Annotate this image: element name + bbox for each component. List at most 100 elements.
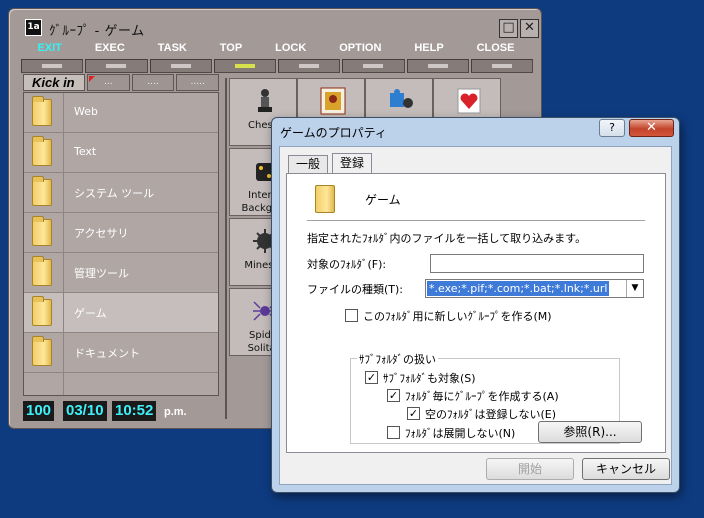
description-text: 指定されたﾌｫﾙﾀﾞ内のファイルを一括して取り込みます。 — [307, 232, 587, 245]
menu-help[interactable]: HELP — [414, 42, 443, 58]
group-name: ゲーム — [365, 193, 401, 207]
puzzle-piece-icon — [390, 89, 413, 108]
app-icon: 1a — [25, 19, 42, 36]
file-types-value: *.exe;*.pif;*.com;*.bat;*.lnk;*.url — [427, 281, 610, 296]
indicator-exec[interactable] — [85, 59, 148, 73]
group-label: ゲーム — [74, 307, 107, 320]
time-display: 10:52 — [112, 401, 157, 421]
dialog-close-button[interactable]: ✕ — [629, 119, 674, 137]
file-types-combo[interactable]: *.exe;*.pif;*.com;*.bat;*.lnk;*.url ▼ — [425, 279, 644, 298]
target-folder-input[interactable] — [430, 254, 644, 273]
tab-panel-register: ゲーム 指定されたﾌｫﾙﾀﾞ内のファイルを一括して取り込みます。 対象のﾌｫﾙﾀ… — [286, 173, 666, 453]
tab-register[interactable]: 登録 — [332, 153, 373, 173]
no-expand-checkbox[interactable] — [387, 426, 400, 439]
group-label: システム ツール — [74, 187, 155, 200]
new-group-label: このﾌｫﾙﾀﾞ用に新しいｸﾞﾙｰﾌﾟを作る(M) — [363, 310, 552, 323]
close-icon[interactable]: ✕ — [520, 19, 539, 38]
menu-exec[interactable]: EXEC — [95, 42, 125, 58]
new-group-checkbox[interactable] — [345, 309, 358, 322]
file-types-label: ファイルの種類(T): — [307, 283, 404, 296]
item-count: 100 — [23, 401, 55, 421]
include-subfolders-label: ｻﾌﾞﾌｫﾙﾀﾞも対象(S) — [383, 372, 476, 385]
separator — [307, 220, 645, 221]
menu-top[interactable]: TOP — [220, 42, 242, 58]
include-subfolders-checkbox[interactable]: ✓ — [365, 371, 378, 384]
folder-icon — [315, 185, 335, 213]
led-on-icon — [234, 64, 255, 68]
led-icon — [427, 64, 448, 68]
indicator-help[interactable] — [406, 59, 469, 73]
group-item-games[interactable]: ゲーム — [24, 293, 218, 333]
group-item-documents[interactable]: ドキュメント — [24, 333, 218, 373]
group-item-admin-tools[interactable]: 管理ツール — [24, 253, 218, 293]
led-icon — [42, 64, 63, 68]
kick-tab-2[interactable]: .... — [131, 74, 175, 91]
menu-option[interactable]: OPTION — [339, 42, 381, 58]
folder-icon — [32, 296, 52, 326]
group-label: Text — [74, 145, 97, 158]
group-item-accessories[interactable]: アクセサリ — [24, 213, 218, 253]
indicator-lock[interactable] — [278, 59, 341, 73]
group-item-empty[interactable] — [24, 373, 218, 395]
led-icon — [363, 64, 384, 68]
group-list: Web Text システム ツール アクセサリ 管理ツール ゲーム ドキュメント — [23, 92, 219, 396]
group-item-text[interactable]: Text — [24, 133, 218, 173]
tab-general[interactable]: 一般 — [288, 155, 329, 173]
led-icon — [491, 64, 512, 68]
date-display: 03/10 — [63, 401, 107, 421]
menu-task[interactable]: TASK — [158, 42, 187, 58]
group-label: ドキュメント — [74, 347, 140, 360]
group-per-folder-checkbox[interactable]: ✓ — [387, 389, 400, 402]
folder-icon — [32, 336, 52, 366]
indicator-top[interactable] — [213, 59, 276, 73]
led-icon — [299, 64, 320, 68]
folder-icon — [32, 136, 52, 166]
subfolder-groupbox-title: ｻﾌﾞﾌｫﾙﾀﾞの扱い — [357, 351, 438, 367]
heart-card-icon — [457, 88, 481, 114]
menu-exit[interactable]: EXIT — [37, 42, 61, 58]
folder-icon — [32, 256, 52, 286]
target-folder-label: 対象のﾌｫﾙﾀﾞ(F): — [307, 258, 387, 271]
kick-tab-3[interactable]: ..... — [176, 74, 220, 91]
group-per-folder-label: ﾌｫﾙﾀﾞ毎にｸﾞﾙｰﾌﾟを作成する(A) — [405, 390, 559, 403]
folder-icon — [32, 216, 52, 246]
kick-tab-1[interactable]: ... — [87, 74, 130, 91]
group-label: アクセサリ — [74, 227, 129, 240]
properties-dialog: ゲームのプロパティ ? ✕ 一般 登録 ゲーム 指定されたﾌｫﾙﾀﾞ内のファイル… — [271, 117, 680, 493]
launcher-titlebar[interactable]: 1a ｸﾞﾙｰﾌﾟ - ゲーム □ ✕ — [15, 14, 539, 40]
folder-icon — [32, 96, 52, 126]
playing-card-king-icon — [320, 87, 346, 115]
no-expand-label: ﾌｫﾙﾀﾞは展開しない(N) — [405, 427, 516, 440]
group-label: 管理ツール — [74, 267, 129, 280]
launcher-title: ｸﾞﾙｰﾌﾟ - ゲーム — [49, 24, 145, 39]
menu-close[interactable]: CLOSE — [477, 42, 515, 58]
indicator-row — [21, 59, 533, 73]
dialog-title: ゲームのプロパティ — [280, 126, 387, 140]
menu-lock[interactable]: LOCK — [275, 42, 306, 58]
dialog-body: 一般 登録 ゲーム 指定されたﾌｫﾙﾀﾞ内のファイルを一括して取り込みます。 対… — [279, 146, 672, 485]
indicator-exit[interactable] — [21, 59, 84, 73]
start-button[interactable]: 開始 — [486, 458, 574, 480]
indicator-task[interactable] — [149, 59, 212, 73]
group-label: Web — [74, 105, 98, 118]
folder-icon — [32, 176, 52, 206]
kick-bar: Kick in ... .... ..... — [23, 74, 220, 91]
led-icon — [170, 64, 191, 68]
indicator-option[interactable] — [342, 59, 405, 73]
chevron-down-icon[interactable]: ▼ — [626, 280, 643, 297]
led-icon — [106, 64, 127, 68]
group-item-web[interactable]: Web — [24, 93, 218, 133]
browse-button[interactable]: 参照(R)... — [538, 421, 642, 443]
ampm-display: p.m. — [164, 406, 187, 418]
maximize-button[interactable]: □ — [499, 19, 518, 38]
group-item-system-tools[interactable]: システム ツール — [24, 173, 218, 213]
skip-empty-checkbox[interactable]: ✓ — [407, 407, 420, 420]
red-flag-icon — [89, 76, 95, 82]
kick-in-label[interactable]: Kick in — [23, 74, 85, 91]
chess-piece-icon — [258, 89, 272, 112]
menu-bar: EXIT EXEC TASK TOP LOCK OPTION HELP CLOS… — [21, 42, 531, 58]
skip-empty-label: 空のﾌｫﾙﾀﾞは登録しない(E) — [425, 408, 557, 421]
cancel-button[interactable]: キャンセル — [582, 458, 670, 480]
indicator-close[interactable] — [470, 59, 533, 73]
help-button[interactable]: ? — [599, 119, 625, 137]
